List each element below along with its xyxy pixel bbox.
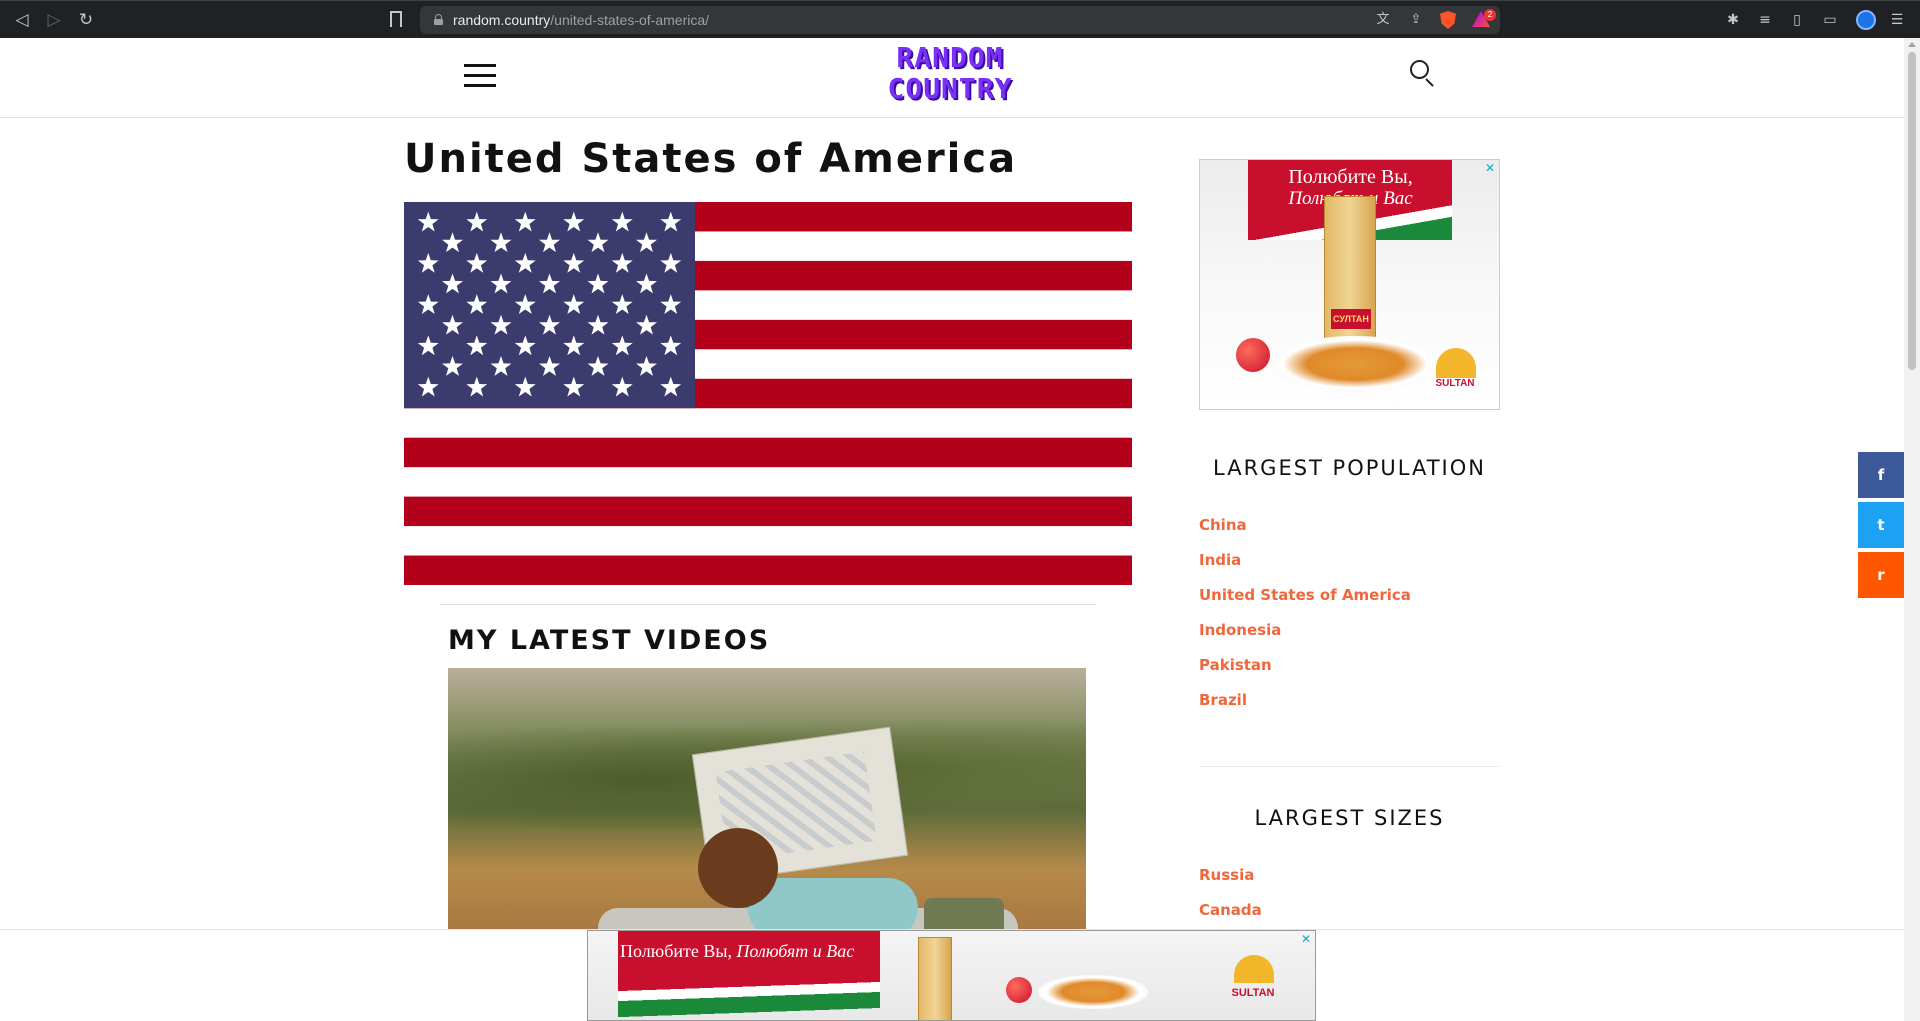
sultan-logo: SULTAN — [1420, 342, 1490, 398]
ad-close-icon[interactable]: ✕ — [1299, 932, 1313, 946]
section-divider — [440, 604, 1096, 605]
sultan-logo: SULTAN — [1218, 947, 1288, 1007]
flag-stripe — [404, 555, 1132, 585]
sticky-ad-container: Полюбите Вы, Полюбят и Вас SULTAN ✕ — [0, 929, 1904, 1021]
page-title: United States of America — [404, 136, 1018, 182]
url-text[interactable]: random.country/united-states-of-america/ — [453, 12, 709, 28]
share-icon[interactable]: ⇪ — [1406, 10, 1426, 30]
size-link-russia[interactable]: Russia — [1199, 866, 1254, 884]
hamburger-menu-icon[interactable] — [464, 64, 496, 88]
translate-icon[interactable]: 文 — [1373, 10, 1393, 30]
pasta-package-image — [918, 937, 952, 1020]
float-reddit-share[interactable]: r — [1858, 552, 1904, 598]
lock-icon[interactable] — [434, 14, 443, 25]
menu-icon[interactable]: ☰ — [1887, 10, 1907, 30]
tomato-image — [1006, 977, 1032, 1003]
wallet-icon[interactable]: ▭ — [1820, 10, 1840, 30]
flag-stripe — [404, 496, 1132, 527]
flag-stripe — [404, 408, 1132, 439]
population-link-india[interactable]: India — [1199, 551, 1241, 569]
videos-heading: MY LATEST VIDEOS — [448, 625, 771, 656]
address-bar[interactable]: random.country/united-states-of-america/… — [420, 6, 1500, 34]
ad-close-icon[interactable]: ✕ — [1483, 161, 1497, 175]
sidebar-divider — [1199, 766, 1500, 767]
scroll-up-icon[interactable] — [1908, 42, 1916, 47]
page-scrollbar[interactable] — [1904, 38, 1920, 1021]
search-icon[interactable] — [1410, 60, 1438, 88]
flag-stripe — [404, 467, 1132, 498]
facebook-icon: f — [1877, 466, 1885, 484]
site-header: RANDOM COUNTRY — [0, 38, 1904, 118]
reddit-icon: r — [1877, 566, 1885, 584]
float-twitter-share[interactable]: t — [1858, 502, 1904, 548]
tomato-image — [1236, 338, 1270, 372]
flag-stripe — [404, 437, 1132, 468]
population-link-usa[interactable]: United States of America — [1199, 586, 1411, 604]
rewards-badge: 2 — [1484, 9, 1496, 21]
population-link-pakistan[interactable]: Pakistan — [1199, 656, 1272, 674]
page-viewport: RANDOM COUNTRY United States of America … — [0, 38, 1904, 1021]
bottom-ad-text: Полюбите Вы, Полюбят и Вас — [620, 941, 855, 961]
sidebar-icon[interactable]: ▯ — [1787, 10, 1807, 30]
sizes-widget-title: LARGEST SIZES — [1254, 806, 1445, 830]
back-icon[interactable]: ◁ — [11, 9, 33, 31]
bookmark-icon[interactable] — [390, 11, 402, 29]
population-widget-title: LARGEST POPULATION — [1213, 456, 1486, 480]
pasta-plate-image — [1270, 336, 1440, 392]
pasta-package-image: СУЛТАН — [1324, 196, 1376, 346]
pasta-plate-image — [1038, 975, 1148, 1009]
population-link-indonesia[interactable]: Indonesia — [1199, 621, 1281, 639]
us-flag-image — [404, 202, 1132, 585]
population-link-china[interactable]: China — [1199, 516, 1247, 534]
population-link-brazil[interactable]: Brazil — [1199, 691, 1247, 709]
flag-stripe — [404, 526, 1132, 557]
float-facebook-share[interactable]: f — [1858, 452, 1904, 498]
reload-icon[interactable]: ↻ — [75, 9, 97, 31]
puzzle-icon[interactable]: ✱ — [1723, 10, 1743, 30]
sidebar-ad[interactable]: Полюбите Вы, Полюбят и Вас СУЛТАН SULTAN… — [1199, 159, 1500, 410]
site-logo[interactable]: RANDOM COUNTRY — [870, 42, 1030, 112]
browser-toolbar: ◁ ▷ ↻ random.country/united-states-of-am… — [0, 0, 1920, 38]
bottom-banner-ad[interactable]: Полюбите Вы, Полюбят и Вас SULTAN ✕ — [587, 930, 1316, 1021]
twitter-icon: t — [1877, 516, 1885, 534]
scrollbar-thumb[interactable] — [1908, 52, 1916, 370]
size-link-canada[interactable]: Canada — [1199, 901, 1262, 919]
forward-icon[interactable]: ▷ — [43, 9, 65, 31]
ad-text-1: Полюбите Вы, — [1288, 166, 1413, 188]
playlist-icon[interactable]: ≡ — [1755, 10, 1775, 30]
profile-avatar[interactable] — [1856, 10, 1876, 30]
